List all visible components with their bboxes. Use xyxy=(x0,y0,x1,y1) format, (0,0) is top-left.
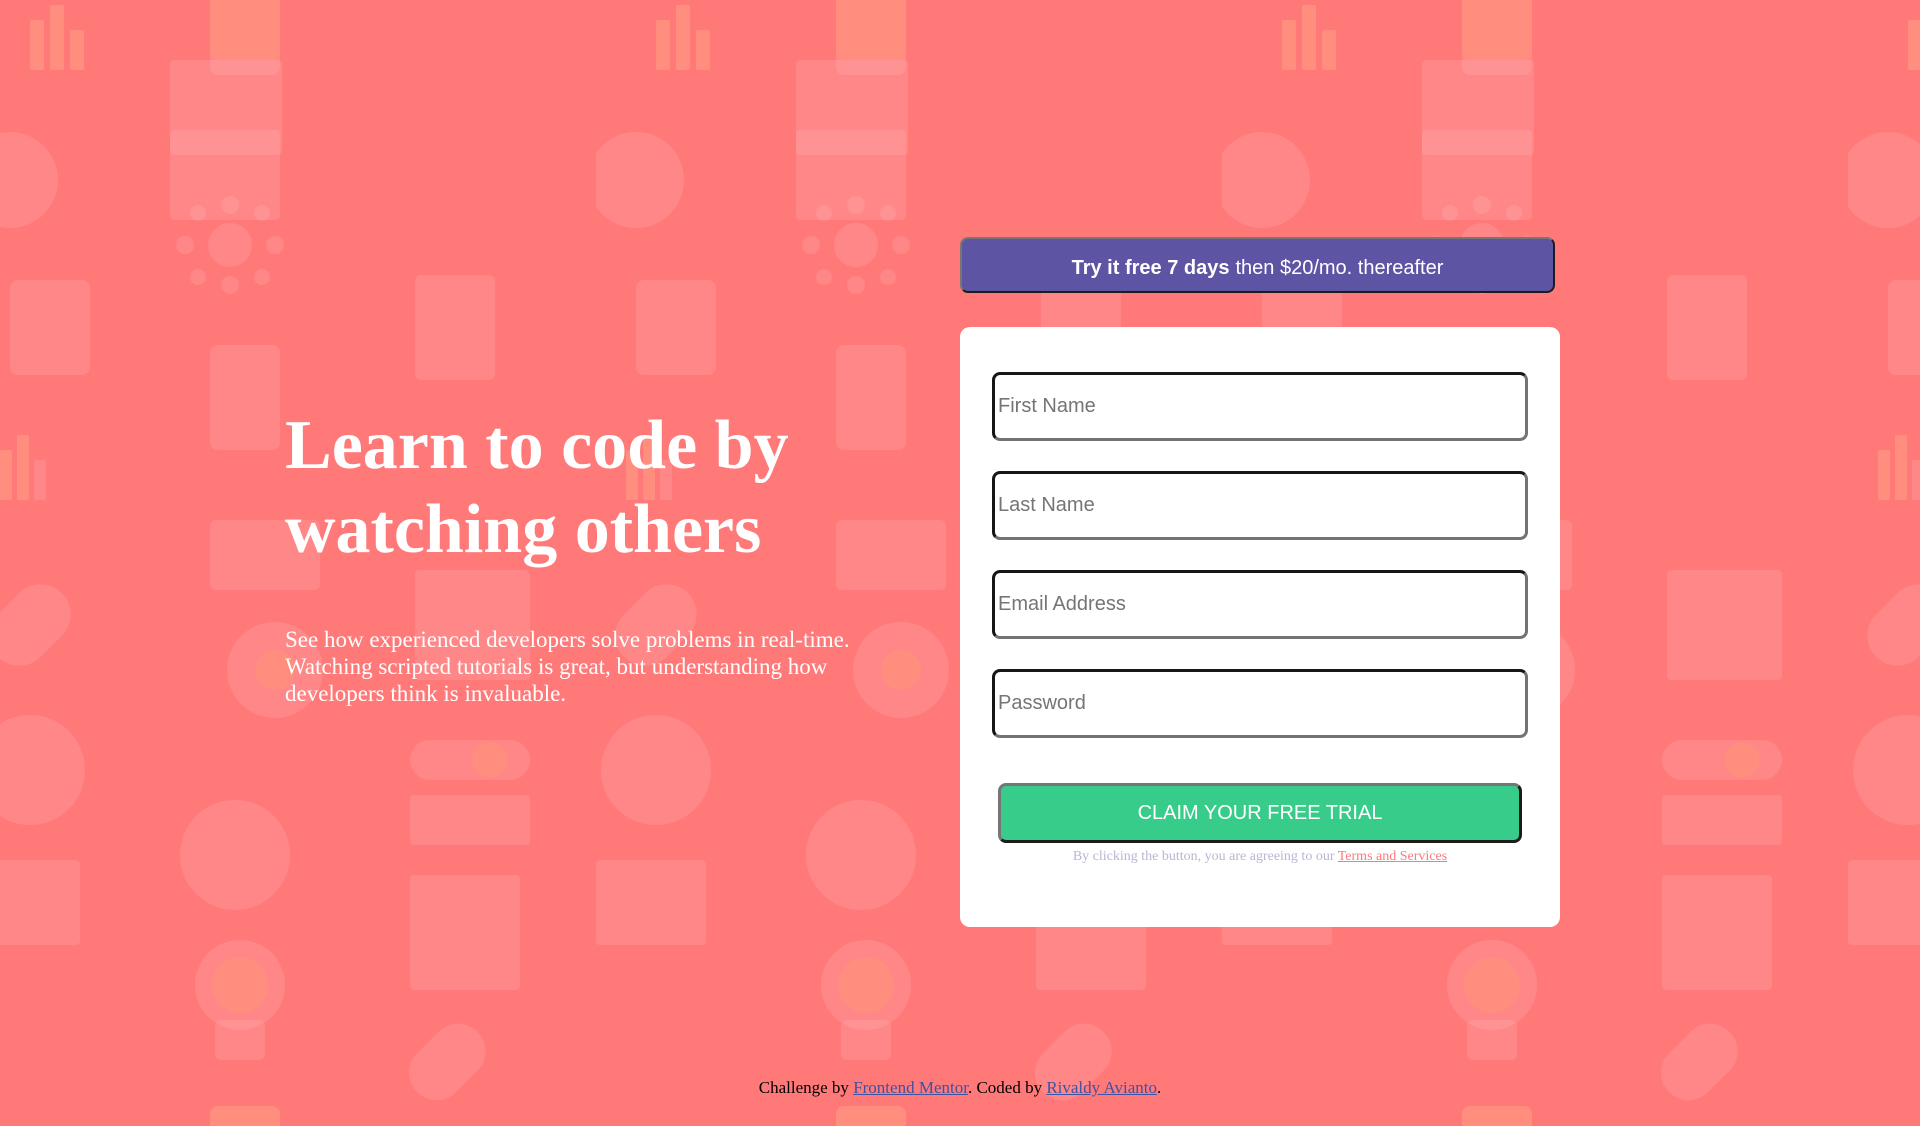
promo-rest-text: then $20/mo. thereafter xyxy=(1235,256,1444,279)
signup-form: CLAIM YOUR FREE TRIAL By clicking the bu… xyxy=(960,327,1560,927)
claim-trial-button[interactable]: CLAIM YOUR FREE TRIAL xyxy=(998,783,1522,843)
password-input[interactable] xyxy=(992,669,1528,738)
hero-description: See how experienced developers solve pro… xyxy=(285,627,850,706)
terms-link[interactable]: Terms and Services xyxy=(1338,849,1447,864)
coded-prefix: . Coded by xyxy=(967,1078,1043,1097)
promo-banner: Try it free 7 days then $20/mo. thereaft… xyxy=(960,237,1555,293)
terms-notice: By clicking the button, you are agreeing… xyxy=(960,849,1560,865)
email-input[interactable] xyxy=(992,570,1528,639)
challenge-prefix: Challenge by xyxy=(758,1078,849,1097)
terms-prefix: By clicking the button, you are agreeing… xyxy=(1072,849,1335,864)
author-link[interactable]: Rivaldy Avianto xyxy=(1046,1078,1157,1097)
promo-bold-text: Try it free 7 days xyxy=(1071,256,1230,279)
first-name-input[interactable] xyxy=(992,372,1528,441)
hero: Learn to code by watching others See how… xyxy=(285,404,885,707)
hero-title: Learn to code by watching others xyxy=(285,407,789,568)
last-name-input[interactable] xyxy=(992,471,1528,540)
attribution-footer: Challenge by Frontend Mentor. Coded by R… xyxy=(0,1078,1920,1098)
frontend-mentor-link[interactable]: Frontend Mentor xyxy=(853,1078,968,1097)
footer-suffix: . xyxy=(1156,1078,1162,1097)
